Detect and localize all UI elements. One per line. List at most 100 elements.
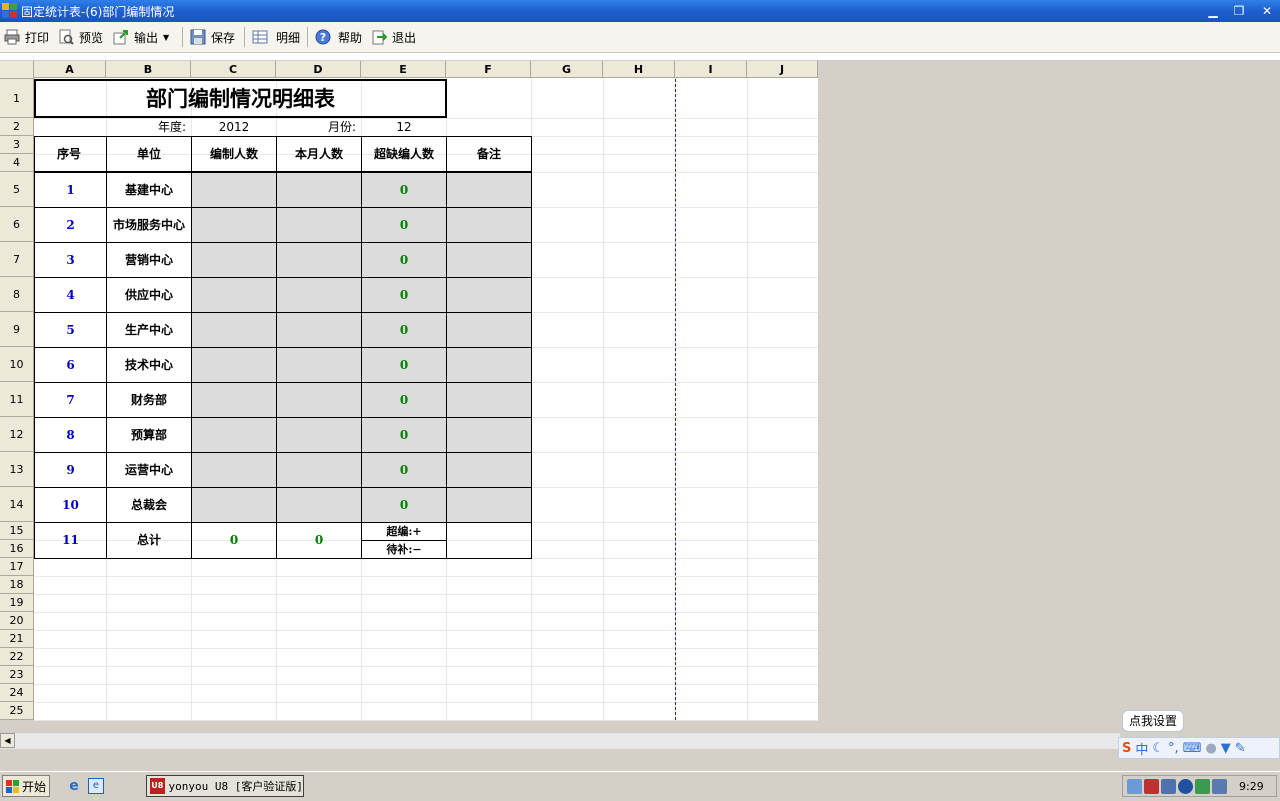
- year-value[interactable]: 2012: [191, 118, 277, 136]
- print-button[interactable]: 打印: [4, 28, 49, 46]
- row-header[interactable]: 6: [0, 207, 34, 242]
- year-label[interactable]: 年度:: [116, 118, 186, 136]
- row-remark-input[interactable]: [446, 452, 532, 488]
- row-header[interactable]: 11: [0, 382, 34, 417]
- row-unit[interactable]: 营销中心: [106, 242, 192, 278]
- row-over-short[interactable]: 0: [361, 207, 447, 243]
- column-header[interactable]: E: [361, 61, 446, 78]
- row-seq[interactable]: 8: [34, 417, 107, 453]
- total-staffing[interactable]: 0: [191, 522, 277, 559]
- row-over-short[interactable]: 0: [361, 242, 447, 278]
- restore-button[interactable]: ❐: [1230, 3, 1248, 19]
- ime-mode-toggle[interactable]: 中: [1135, 739, 1148, 758]
- total-short-label[interactable]: 待补:−: [361, 540, 447, 559]
- row-header[interactable]: 14: [0, 487, 34, 522]
- row-header[interactable]: 4: [0, 154, 34, 172]
- row-current-input[interactable]: [276, 207, 362, 243]
- row-header[interactable]: 23: [0, 666, 34, 684]
- column-header[interactable]: F: [446, 61, 531, 78]
- column-header[interactable]: D: [276, 61, 361, 78]
- row-header[interactable]: 25: [0, 702, 34, 720]
- row-staffing-input[interactable]: [191, 277, 277, 313]
- column-header[interactable]: I: [675, 61, 747, 78]
- export-button[interactable]: 输出 ▼: [113, 28, 169, 46]
- row-header[interactable]: 9: [0, 312, 34, 347]
- row-seq[interactable]: 2: [34, 207, 107, 243]
- row-over-short[interactable]: 0: [361, 417, 447, 453]
- row-header[interactable]: 21: [0, 630, 34, 648]
- row-header[interactable]: 15: [0, 522, 34, 540]
- select-all-corner[interactable]: [0, 61, 34, 79]
- skin-shirt-icon[interactable]: ▼: [1221, 741, 1231, 756]
- row-header[interactable]: 20: [0, 612, 34, 630]
- row-remark-input[interactable]: [446, 347, 532, 383]
- sheet-title[interactable]: 部门编制情况明细表: [34, 79, 447, 118]
- row-seq[interactable]: 1: [34, 172, 107, 208]
- column-header[interactable]: B: [106, 61, 191, 78]
- input-method-icon[interactable]: [1212, 778, 1227, 794]
- row-header[interactable]: 12: [0, 417, 34, 452]
- minimize-button[interactable]: ▁: [1204, 3, 1222, 19]
- start-button[interactable]: 开始: [2, 775, 50, 797]
- total-seq[interactable]: 11: [34, 522, 107, 559]
- row-staffing-input[interactable]: [191, 452, 277, 488]
- row-staffing-input[interactable]: [191, 487, 277, 523]
- header-seq[interactable]: 序号: [51, 136, 87, 172]
- column-header[interactable]: H: [603, 61, 675, 78]
- header-staffing[interactable]: 编制人数: [191, 136, 277, 172]
- row-seq[interactable]: 5: [34, 312, 107, 348]
- close-button[interactable]: ✕: [1258, 3, 1276, 19]
- row-header[interactable]: 10: [0, 347, 34, 382]
- detail-button[interactable]: 明细: [252, 28, 300, 46]
- tray-service-icon[interactable]: [1161, 778, 1176, 794]
- header-remark[interactable]: 备注: [446, 136, 532, 172]
- row-over-short[interactable]: 0: [361, 382, 447, 418]
- row-remark-input[interactable]: [446, 312, 532, 348]
- row-remark-input[interactable]: [446, 172, 532, 208]
- row-unit[interactable]: 预算部: [106, 417, 192, 453]
- total-remark[interactable]: [446, 522, 532, 559]
- row-seq[interactable]: 3: [34, 242, 107, 278]
- row-staffing-input[interactable]: [191, 207, 277, 243]
- row-seq[interactable]: 7: [34, 382, 107, 418]
- header-over-short[interactable]: 超缺编人数: [361, 136, 447, 172]
- row-header[interactable]: 16: [0, 540, 34, 558]
- total-over-label[interactable]: 超编:+: [361, 522, 447, 541]
- row-header[interactable]: 22: [0, 648, 34, 666]
- month-label[interactable]: 月份:: [296, 118, 356, 136]
- row-unit[interactable]: 生产中心: [106, 312, 192, 348]
- preview-button[interactable]: 预览: [58, 28, 103, 46]
- row-staffing-input[interactable]: [191, 312, 277, 348]
- row-over-short[interactable]: 0: [361, 172, 447, 208]
- total-current[interactable]: 0: [276, 522, 362, 559]
- row-current-input[interactable]: [276, 347, 362, 383]
- row-current-input[interactable]: [276, 382, 362, 418]
- row-remark-input[interactable]: [446, 487, 532, 523]
- scroll-left-icon[interactable]: ◀: [0, 733, 15, 748]
- globe-icon[interactable]: [1178, 778, 1193, 794]
- row-header[interactable]: 7: [0, 242, 34, 277]
- volume-icon[interactable]: [1195, 778, 1210, 794]
- horizontal-scrollbar[interactable]: ◀: [0, 732, 1120, 749]
- row-unit[interactable]: 市场服务中心: [106, 207, 192, 243]
- row-header[interactable]: 1: [0, 79, 34, 118]
- row-over-short[interactable]: 0: [361, 487, 447, 523]
- total-label[interactable]: 总计: [106, 522, 192, 559]
- column-header[interactable]: G: [531, 61, 603, 78]
- header-unit[interactable]: 单位: [106, 136, 192, 172]
- row-unit[interactable]: 技术中心: [106, 347, 192, 383]
- row-current-input[interactable]: [276, 487, 362, 523]
- quick-launch-icon[interactable]: e: [88, 778, 104, 794]
- row-unit[interactable]: 总裁会: [106, 487, 192, 523]
- ime-settings-tip[interactable]: 点我设置: [1122, 710, 1184, 732]
- row-unit[interactable]: 供应中心: [106, 277, 192, 313]
- row-remark-input[interactable]: [446, 242, 532, 278]
- row-seq[interactable]: 10: [34, 487, 107, 523]
- row-unit[interactable]: 运营中心: [106, 452, 192, 488]
- row-current-input[interactable]: [276, 242, 362, 278]
- row-header[interactable]: 3: [0, 136, 34, 154]
- row-staffing-input[interactable]: [191, 382, 277, 418]
- row-unit[interactable]: 财务部: [106, 382, 192, 418]
- row-header[interactable]: 5: [0, 172, 34, 207]
- ie-browser-icon[interactable]: e: [66, 778, 82, 794]
